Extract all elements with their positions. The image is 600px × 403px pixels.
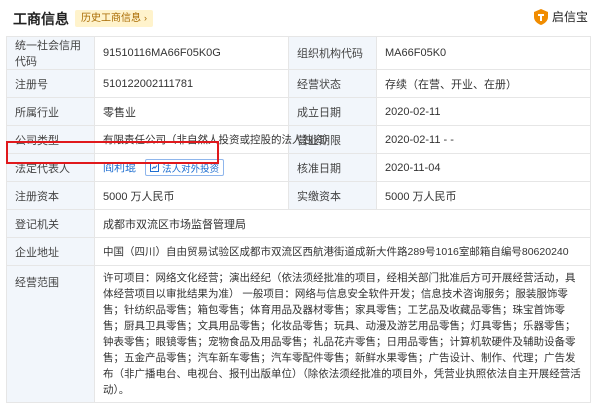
table-row: 注册号 510122002111781 经营状态 存续（在营、开业、在册） <box>6 69 591 98</box>
table-row: 法定代表人 阎利琨 法人对外投资 核准日期 2020-11-04 <box>6 153 591 182</box>
legal-rep-link[interactable]: 阎利琨 <box>103 162 136 174</box>
table-row: 所属行业 零售业 成立日期 2020-02-11 <box>6 97 591 126</box>
org-code-label: 组织机构代码 <box>288 36 377 70</box>
legal-rep-label: 法定代表人 <box>6 153 95 182</box>
legal-rep-cell: 阎利琨 法人对外投资 <box>94 153 289 182</box>
table-row: 企业地址 中国（四川）自由贸易试验区成都市双流区西航港街道成新大件路289号10… <box>6 237 591 266</box>
business-info-table: 统一社会信用代码 91510116MA66F05K0G 组织机构代码 MA66F… <box>6 36 591 403</box>
investment-button-label: 法人对外投资 <box>162 163 220 175</box>
paid-capital-label: 实缴资本 <box>288 181 377 210</box>
authority-label: 登记机关 <box>6 209 95 238</box>
reg-number-label: 注册号 <box>6 69 95 98</box>
org-code-value: MA66F05K0 <box>376 36 591 70</box>
history-info-label: 历史工商信息 <box>81 13 141 24</box>
reg-number-value: 510122002111781 <box>94 69 289 98</box>
table-row: 经营范围 许可项目：网络文化经营；演出经纪（依法须经批准的项目，经相关部门批准后… <box>6 265 591 403</box>
approval-date-value: 2020-11-04 <box>376 153 591 182</box>
status-value: 存续（在营、开业、在册） <box>376 69 591 98</box>
table-row: 公司类型 有限责任公司（非自然人投资或控股的法人独资） 营业期限 2020-02… <box>6 125 591 154</box>
status-label: 经营状态 <box>288 69 377 98</box>
investment-icon <box>150 163 160 173</box>
address-value: 中国（四川）自由贸易试验区成都市双流区西航港街道成新大件路289号1016室邮箱… <box>94 237 591 266</box>
paid-capital-value: 5000 万人民币 <box>376 181 591 210</box>
company-type-value: 有限责任公司（非自然人投资或控股的法人独资） <box>94 125 334 154</box>
shield-icon <box>533 8 548 25</box>
section-title: 工商信息 <box>13 11 69 27</box>
scope-label: 经营范围 <box>6 265 95 403</box>
industry-value: 零售业 <box>94 97 289 126</box>
address-label: 企业地址 <box>6 237 95 266</box>
authority-value: 成都市双流区市场监督管理局 <box>94 209 591 238</box>
history-info-tag[interactable]: 历史工商信息 › <box>75 10 153 27</box>
chevron-right-icon: › <box>144 13 147 23</box>
section-header: 工商信息 历史工商信息 › 启信宝 <box>0 0 600 36</box>
reg-capital-label: 注册资本 <box>6 181 95 210</box>
established-label: 成立日期 <box>288 97 377 126</box>
industry-label: 所属行业 <box>6 97 95 126</box>
brand-name: 启信宝 <box>551 10 588 24</box>
credit-code-value: 91510116MA66F05K0G <box>94 36 289 70</box>
established-value: 2020-02-11 <box>376 97 591 126</box>
table-row: 统一社会信用代码 91510116MA66F05K0G 组织机构代码 MA66F… <box>6 36 591 70</box>
scope-value: 许可项目：网络文化经营；演出经纪（依法须经批准的项目，经相关部门批准后方可开展经… <box>94 265 591 403</box>
brand-logo: 启信宝 <box>533 8 588 25</box>
term-value: 2020-02-11 - - <box>376 125 591 154</box>
table-row: 登记机关 成都市双流区市场监督管理局 <box>6 209 591 238</box>
term-label: 营业期限 <box>288 125 377 154</box>
reg-capital-value: 5000 万人民币 <box>94 181 289 210</box>
approval-date-label: 核准日期 <box>288 153 377 182</box>
legal-rep-investment-button[interactable]: 法人对外投资 <box>145 159 225 177</box>
table-row: 注册资本 5000 万人民币 实缴资本 5000 万人民币 <box>6 181 591 210</box>
credit-code-label: 统一社会信用代码 <box>6 36 95 70</box>
company-type-label: 公司类型 <box>6 125 95 154</box>
